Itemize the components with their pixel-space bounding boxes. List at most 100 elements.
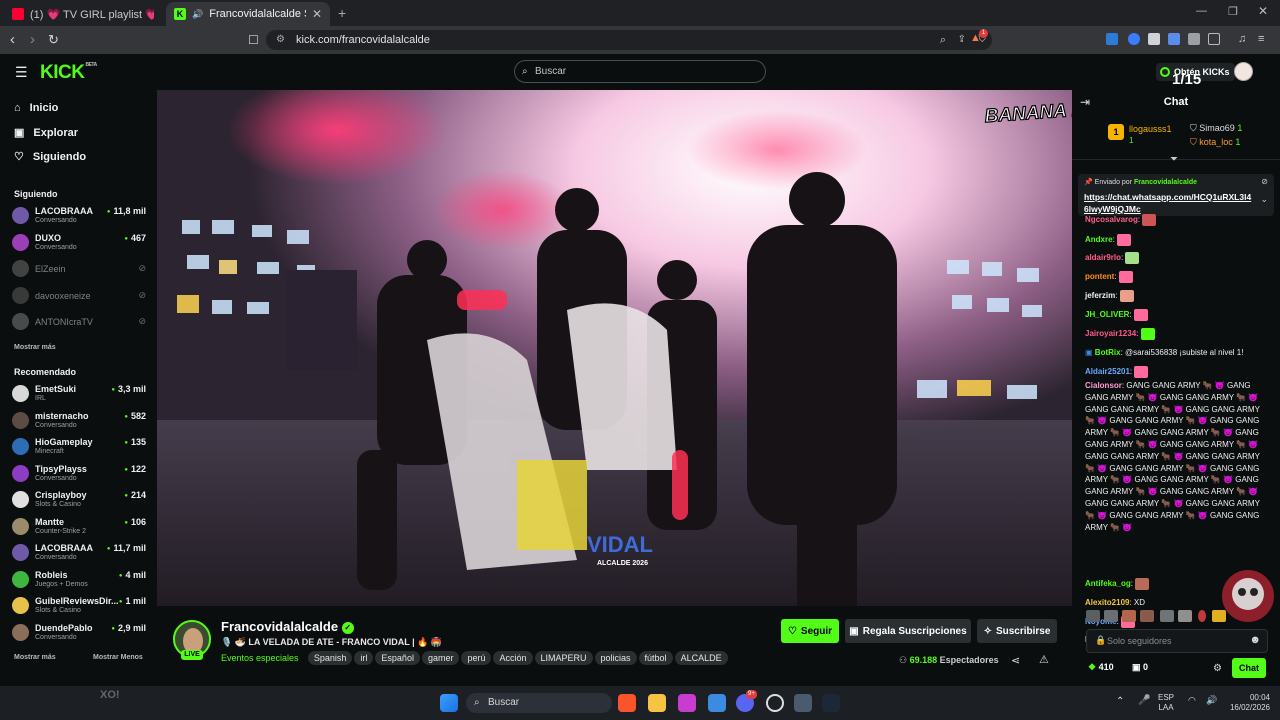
chat-username[interactable]: jeferzim [1085, 291, 1115, 300]
audio-extension-icon[interactable] [1128, 33, 1140, 45]
tag-chip[interactable]: fútbol [638, 651, 673, 665]
emote-icon[interactable] [1178, 610, 1192, 622]
puzzle-icon[interactable] [1188, 33, 1200, 45]
maximize-icon[interactable]: ❐ [1228, 5, 1238, 18]
language-indicator[interactable]: ESP LAA [1158, 693, 1174, 713]
gear-app-icon[interactable] [794, 694, 812, 712]
emote-icon[interactable] [1160, 610, 1174, 622]
chat-input[interactable]: 🔒 Solo seguidores ☻ [1086, 629, 1268, 653]
recommended-channel[interactable]: DuendePabloConversando 2,9 mil [12, 621, 148, 643]
screen-extension-icon[interactable] [1148, 33, 1160, 45]
music-icon[interactable]: ♫ [1238, 33, 1250, 45]
app-icon[interactable] [708, 694, 726, 712]
recommended-channel[interactable]: TipsyPlayssConversando 122 [12, 462, 148, 484]
brave-icon[interactable] [618, 694, 636, 712]
category-link[interactable]: Eventos especiales [221, 653, 299, 663]
steam-icon[interactable] [822, 694, 840, 712]
recommended-channel[interactable]: misternachoConversando 582 [12, 409, 148, 431]
following-channel[interactable]: ElZeein ⊘ [12, 257, 148, 279]
chevron-down-icon[interactable]: ⌄ [1260, 194, 1268, 205]
unpin-icon[interactable]: ⊘ [1261, 177, 1268, 186]
leader-1-name[interactable]: llogausss1 [1129, 124, 1172, 134]
recommended-channel[interactable]: GuibelReviewsDir...Slots & Casino 1 mil [12, 594, 148, 616]
following-channel[interactable]: davooxeneize ⊘ [12, 284, 148, 306]
taskbar-search[interactable]: ⌕ Buscar [466, 693, 612, 713]
bookmark-icon[interactable]: ☐ [248, 33, 259, 47]
tag-chip[interactable]: policias [594, 651, 637, 665]
chat-username[interactable]: JH_OLIVER [1085, 310, 1129, 319]
tag-chip[interactable]: ALCALDE [674, 651, 728, 665]
tab-youtube[interactable]: (1) 💗 TV GIRL playlist 💗 +{INCLUD [4, 2, 162, 26]
recommended-channel[interactable]: HioGameplayMinecraft 135 [12, 435, 148, 457]
tag-chip[interactable]: Español [375, 651, 420, 665]
search-input[interactable]: ⌕ Buscar [514, 60, 766, 83]
following-channel[interactable]: DUXOConversando 467 [12, 231, 148, 253]
chat-username[interactable]: Jairoyair1234 [1085, 329, 1136, 338]
share-icon[interactable]: ⋖ [1011, 654, 1020, 667]
emote-picker-icon[interactable]: ☻ [1249, 634, 1261, 646]
recommended-channel[interactable]: CrisplayboySlots & Casino 214 [12, 488, 148, 510]
leader-2[interactable]: ⛉ Simao69 1 [1190, 123, 1242, 134]
tag-chip[interactable]: gamer [421, 651, 460, 665]
reload-icon[interactable]: ↻ [48, 32, 59, 48]
chat-username[interactable]: Cialonsor [1085, 381, 1122, 390]
following-channel[interactable]: ANTONIcraTV ⊘ [12, 310, 148, 332]
folder-icon[interactable] [648, 694, 666, 712]
mic-icon[interactable]: 🎤 [1138, 695, 1150, 706]
gift-subs-button[interactable]: ▣ Regala Suscripciones [845, 619, 971, 643]
tag-chip[interactable]: perú [461, 651, 492, 665]
zoom-icon[interactable]: ⌕ [940, 30, 946, 50]
volume-icon[interactable]: 🔊 [1206, 695, 1217, 706]
show-more-following[interactable]: Mostrar más [14, 344, 56, 351]
menu-icon[interactable]: ≡ [1258, 33, 1270, 45]
kick-logo[interactable]: KICKBETA [40, 62, 97, 84]
nav-siguiendo[interactable]: ♡ Siguiendo [14, 150, 86, 164]
emote-icon[interactable] [1122, 610, 1136, 622]
translate-extension-icon[interactable] [1106, 33, 1118, 45]
tag-chip[interactable]: Spanish [307, 651, 353, 665]
emote-icon[interactable] [1086, 610, 1100, 622]
chat-username[interactable]: pontent [1085, 272, 1114, 281]
settings-icon[interactable]: ⚙ [1213, 663, 1222, 674]
chat-username[interactable]: Aldair25201 [1085, 367, 1130, 376]
recommended-channel[interactable]: RobleisJuegos + Demos 4 mil [12, 568, 148, 590]
leader-3[interactable]: ⛉ kota_loc 1 [1190, 137, 1240, 148]
obs-icon[interactable] [766, 694, 784, 712]
recommended-channel[interactable]: LACOBRAAAConversando 11,7 mil [12, 541, 148, 563]
close-window-icon[interactable]: ✕ [1258, 4, 1268, 18]
chat-username[interactable]: Antifeka_og [1085, 579, 1131, 588]
site-info-icon[interactable]: ⚙ [276, 30, 285, 50]
kicks-balance[interactable]: ▣ 0 [1132, 662, 1148, 673]
chat-username[interactable]: Andxre [1085, 235, 1113, 244]
tab-kick[interactable]: K 🔊 Francovidalalcalde Stream - V ✕ [166, 2, 330, 26]
back-icon[interactable]: ‹ [10, 31, 15, 48]
chat-username[interactable]: Alexito2109 [1085, 598, 1129, 607]
chat-username[interactable]: aldair9rlo [1085, 253, 1121, 262]
recommended-channel[interactable]: EmetSukiIRL 3,3 mil [12, 382, 148, 404]
new-tab-button[interactable]: + [338, 5, 346, 21]
user-avatar[interactable] [1234, 62, 1253, 81]
store-icon[interactable] [678, 694, 696, 712]
close-tab-icon[interactable]: ✕ [312, 7, 322, 21]
video-player[interactable]: VIDAL ALCALDE 2026 BANANA MEDIA [157, 90, 1072, 606]
show-more-recommended[interactable]: Mostrar más [14, 654, 56, 661]
pinned-by-user[interactable]: Francovidalalcalde [1134, 179, 1197, 186]
channel-points[interactable]: ❖ 410 [1088, 662, 1114, 673]
tag-chip[interactable]: irl [354, 651, 374, 665]
channel-name[interactable]: Francovidalalcalde ✓ [221, 619, 354, 634]
emote-icon[interactable] [1198, 610, 1206, 622]
minimize-icon[interactable]: — [1196, 5, 1207, 17]
send-chat-button[interactable]: Chat [1232, 658, 1266, 678]
windows-start-icon[interactable] [440, 694, 458, 712]
report-icon[interactable]: ⚠ [1039, 653, 1049, 666]
hamburger-icon[interactable]: ☰ [15, 64, 28, 81]
chat-username[interactable]: BotRix [1095, 348, 1121, 357]
forward-icon[interactable]: › [30, 31, 35, 48]
tag-chip[interactable]: LIMAPERU [534, 651, 593, 665]
filter-icon[interactable]: ⏷ [1170, 154, 1178, 165]
emote-icon[interactable] [1140, 610, 1154, 622]
clock[interactable]: 00:04 16/02/2026 [1222, 693, 1270, 713]
doc-extension-icon[interactable] [1168, 33, 1180, 45]
follow-button[interactable]: ♡ Seguir [781, 619, 839, 643]
nav-inicio[interactable]: ⌂ Inicio [14, 102, 58, 114]
